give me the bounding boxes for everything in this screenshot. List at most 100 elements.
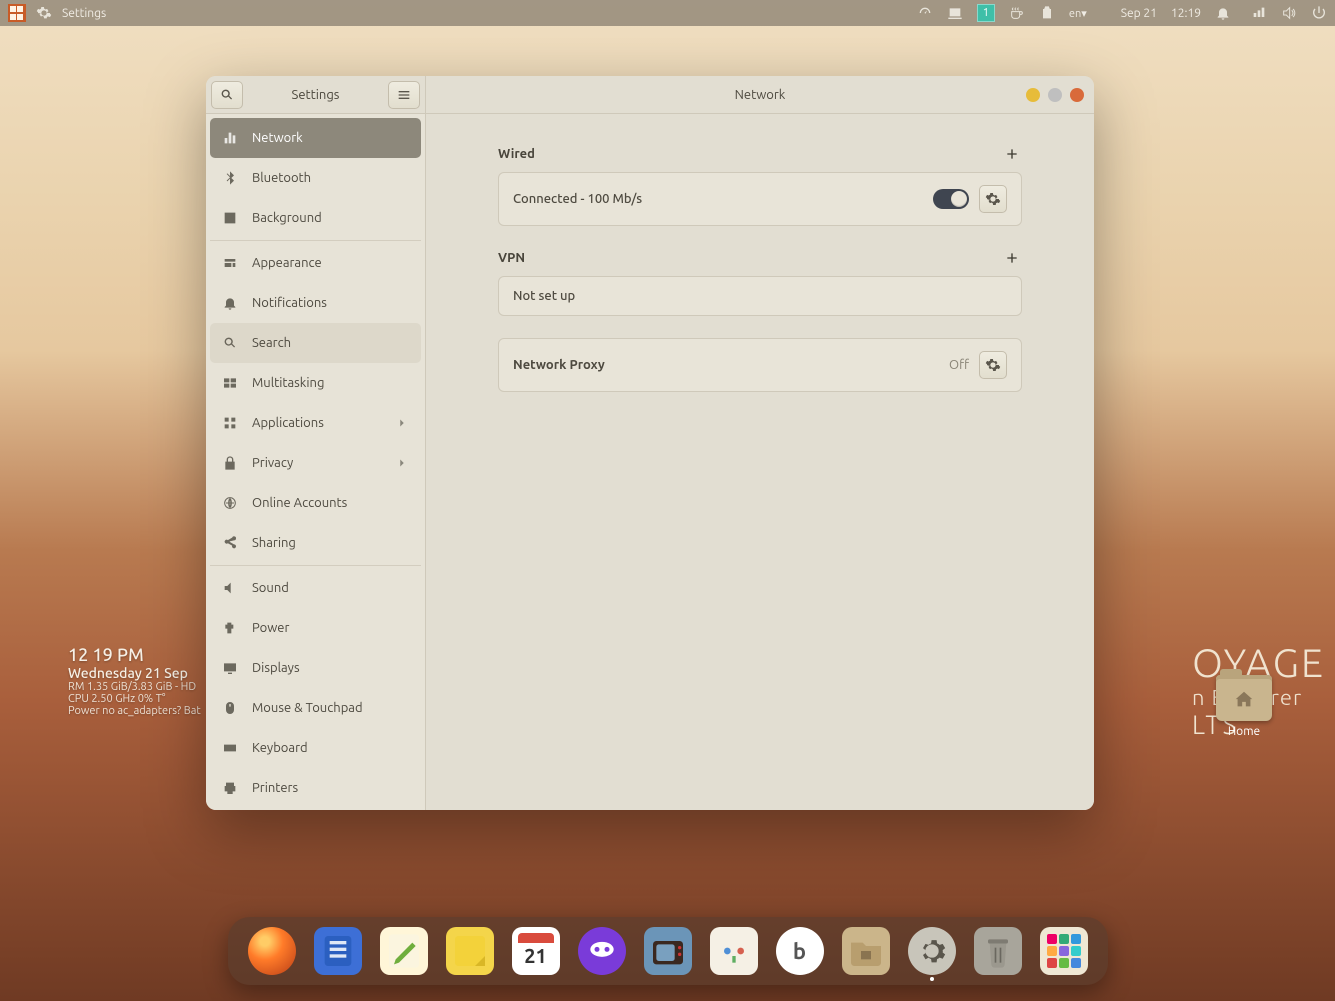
settings-sidebar: Settings Network Bluetooth Background Appea… [206, 76, 426, 810]
applications-icon [222, 415, 238, 431]
top-panel: Settings 1 en▾ Sep 21 12:19 [0, 0, 1335, 26]
dock-text-editor[interactable] [380, 927, 428, 975]
performance-icon[interactable] [917, 5, 933, 21]
sidebar-item-notifications[interactable]: Notifications [210, 283, 421, 323]
keyboard-icon [222, 740, 238, 756]
settings-content: Network Wired Connected - 100 Mb/s [426, 76, 1094, 810]
chevron-right-icon [395, 456, 409, 470]
proxy-settings-button[interactable] [979, 351, 1007, 379]
clipboard-icon[interactable] [1039, 5, 1055, 21]
sidebar-item-keyboard[interactable]: Keyboard [210, 728, 421, 768]
wired-card: Connected - 100 Mb/s [498, 172, 1022, 226]
dock-sticky-notes[interactable] [446, 927, 494, 975]
sidebar-item-label: Keyboard [252, 741, 308, 755]
add-wired-button[interactable] [1002, 144, 1022, 164]
sidebar-item-label: Search [252, 336, 291, 350]
displays-icon [222, 660, 238, 676]
sidebar-list[interactable]: Network Bluetooth Background Appearance Noti… [206, 114, 425, 810]
sidebar-header: Settings [206, 76, 425, 114]
topbar-date[interactable]: Sep 21 [1121, 7, 1157, 20]
dock-b-app[interactable]: b [776, 927, 824, 975]
add-vpn-button[interactable] [1002, 248, 1022, 268]
sidebar-item-label: Displays [252, 661, 300, 675]
wired-status: Connected - 100 Mb/s [513, 192, 642, 206]
sidebar-item-sharing[interactable]: Sharing [210, 523, 421, 563]
sidebar-item-power[interactable]: Power [210, 608, 421, 648]
workspace-indicator[interactable]: 1 [977, 4, 995, 22]
proxy-label: Network Proxy [513, 358, 605, 372]
sidebar-item-appearance[interactable]: Appearance [210, 243, 421, 283]
proxy-card: Network Proxy Off [498, 338, 1022, 392]
search-button[interactable] [211, 81, 243, 109]
settings-window: Settings Network Bluetooth Background Appea… [206, 76, 1094, 810]
wired-toggle[interactable] [933, 189, 969, 209]
screenshot-icon[interactable] [947, 5, 963, 21]
content-title: Network [735, 88, 786, 102]
desktop-system-monitor: 12 19 PM Wednesday 21 Sep RM 1.35 GiB/3.… [68, 645, 201, 717]
privacy-icon [222, 455, 238, 471]
sidebar-item-label: Online Accounts [252, 496, 347, 510]
network-icon [222, 130, 238, 146]
sidebar-item-privacy[interactable]: Privacy [210, 443, 421, 483]
appearance-icon [222, 255, 238, 271]
dock-settings[interactable] [908, 927, 956, 975]
dock-file-manager[interactable] [842, 927, 890, 975]
window-minimize-button[interactable] [1026, 88, 1040, 102]
sidebar-item-sound[interactable]: Sound [210, 568, 421, 608]
sharing-icon [222, 535, 238, 551]
sidebar-title: Settings [248, 88, 383, 102]
dock-files[interactable] [314, 927, 362, 975]
gear-icon [985, 357, 1001, 373]
gear-icon [36, 5, 52, 21]
vpn-section-label: VPN [498, 251, 525, 265]
proxy-status: Off [949, 358, 969, 372]
sidebar-item-label: Sharing [252, 536, 296, 550]
sidebar-item-label: Appearance [252, 256, 322, 270]
sidebar-item-label: Multitasking [252, 376, 324, 390]
sidebar-item-applications[interactable]: Applications [210, 403, 421, 443]
wired-settings-button[interactable] [979, 185, 1007, 213]
hamburger-icon [396, 87, 412, 103]
dock-retro-tv[interactable] [644, 927, 692, 975]
volume-tray-icon[interactable] [1281, 5, 1297, 21]
sidebar-item-background[interactable]: Background [210, 198, 421, 238]
caffeine-icon[interactable] [1009, 5, 1025, 21]
dock-software-center[interactable] [710, 927, 758, 975]
sidebar-item-mouse[interactable]: Mouse & Touchpad [210, 688, 421, 728]
sidebar-item-multitasking[interactable]: Multitasking [210, 363, 421, 403]
dock-firefox[interactable] [248, 927, 296, 975]
plus-icon [1004, 250, 1020, 266]
activities-launcher-icon[interactable] [8, 4, 26, 22]
online-accounts-icon [222, 495, 238, 511]
dock: 21 b [228, 917, 1108, 985]
sidebar-item-online-accounts[interactable]: Online Accounts [210, 483, 421, 523]
sidebar-item-bluetooth[interactable]: Bluetooth [210, 158, 421, 198]
sidebar-item-network[interactable]: Network [210, 118, 421, 158]
sidebar-item-label: Background [252, 211, 322, 225]
window-close-button[interactable] [1070, 88, 1084, 102]
sidebar-item-displays[interactable]: Displays [210, 648, 421, 688]
sidebar-item-printers[interactable]: Printers [210, 768, 421, 808]
sidebar-item-label: Printers [252, 781, 298, 795]
conky-ram: RM 1.35 GiB/3.83 GiB - HD [68, 681, 201, 693]
dock-app-grid[interactable] [1040, 927, 1088, 975]
power-tray-icon[interactable] [1311, 5, 1327, 21]
home-label: Home [1216, 725, 1272, 738]
network-tray-icon[interactable] [1251, 5, 1267, 21]
hamburger-menu-button[interactable] [388, 81, 420, 109]
input-language[interactable]: en▾ [1069, 7, 1087, 20]
background-icon [222, 210, 238, 226]
dock-calendar-day: 21 [524, 944, 547, 967]
dock-calendar[interactable]: 21 [512, 927, 560, 975]
desktop-home-shortcut[interactable]: Home [1216, 675, 1272, 738]
sidebar-item-search[interactable]: Search [210, 323, 421, 363]
sidebar-item-label: Network [252, 131, 303, 145]
dock-privacy-browser[interactable] [578, 927, 626, 975]
topbar-app-label[interactable]: Settings [62, 7, 106, 20]
topbar-time[interactable]: 12:19 [1171, 7, 1201, 20]
notifications-icon[interactable] [1215, 5, 1231, 21]
window-maximize-button[interactable] [1048, 88, 1062, 102]
sidebar-item-label: Privacy [252, 456, 293, 470]
sidebar-item-label: Notifications [252, 296, 327, 310]
dock-trash[interactable] [974, 927, 1022, 975]
